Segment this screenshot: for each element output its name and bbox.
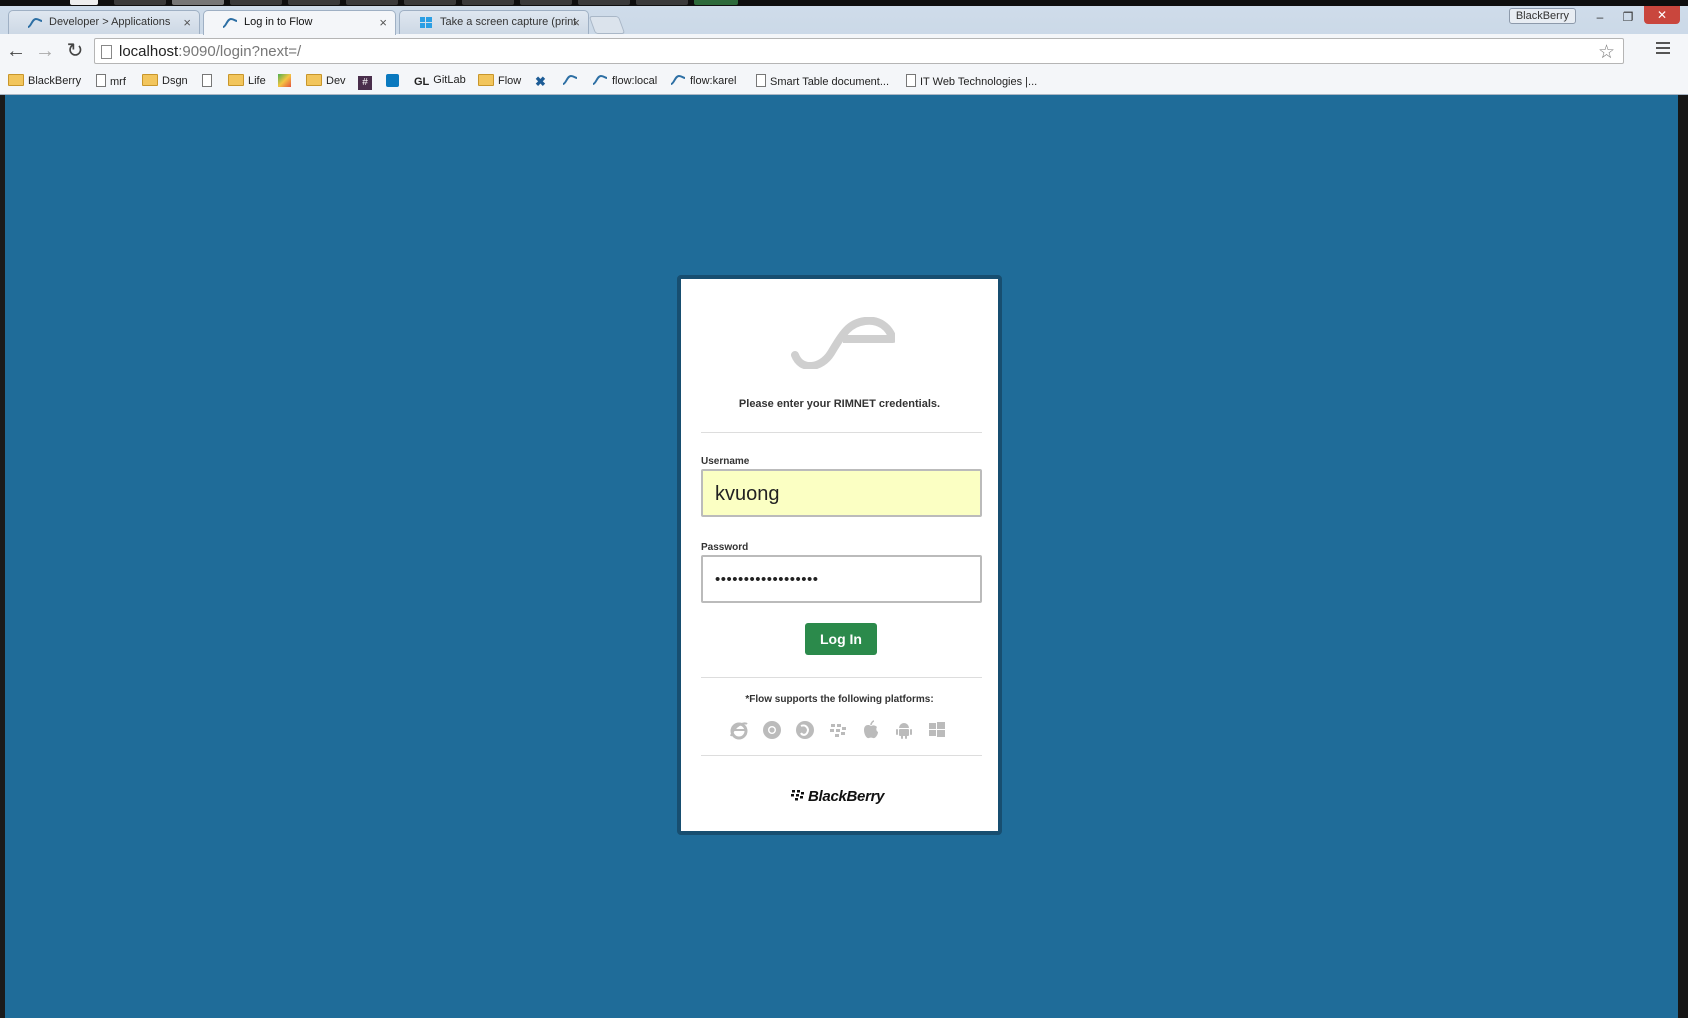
bookmark-flow-local[interactable]: flow:local: [592, 74, 657, 87]
folder-icon: [228, 74, 244, 86]
bookmark-life[interactable]: Life: [228, 74, 266, 87]
browser-frame: Developer > Applications × Log in to Flo…: [0, 6, 1688, 95]
bookmark-dev[interactable]: Dev: [306, 74, 346, 87]
back-button[interactable]: ←: [5, 40, 27, 62]
bookmark-smart-table[interactable]: Smart Table document...: [756, 74, 889, 88]
apple-icon: [864, 720, 878, 739]
blackberry-logo: BlackBerry: [791, 788, 885, 805]
maps-icon: [278, 74, 291, 87]
tab-label: Developer > Applications: [49, 16, 171, 28]
username-field[interactable]: kvuong: [701, 469, 982, 517]
bookmark-flow-folder[interactable]: Flow: [478, 74, 521, 87]
firefox-icon: [796, 721, 814, 739]
tab-strip: Developer > Applications × Log in to Flo…: [0, 6, 1688, 35]
url-text: localhost:9090/login?next=/: [119, 43, 302, 60]
tab-developer-applications[interactable]: Developer > Applications ×: [8, 10, 200, 34]
bookmark-mrf[interactable]: mrf: [96, 74, 126, 88]
blackberry-icon: [830, 724, 846, 737]
login-prompt: Please enter your RIMNET credentials.: [738, 398, 941, 410]
password-field[interactable]: ••••••••••••••••••: [701, 555, 982, 603]
bookmark-slack[interactable]: #: [358, 74, 376, 90]
bookmark-flow[interactable]: [562, 74, 582, 87]
flow-icon: [670, 74, 686, 85]
divider: [701, 677, 982, 678]
slack-icon: #: [358, 76, 372, 90]
bookmark-gitlab[interactable]: GL GitLab: [414, 74, 466, 88]
tools-icon: ✖: [535, 74, 546, 89]
flow-icon: [27, 17, 43, 28]
bookmark-star-icon[interactable]: ☆: [1598, 41, 1615, 64]
android-icon: [896, 723, 912, 739]
bookmark-it-web[interactable]: IT Web Technologies |...: [906, 74, 1037, 88]
folder-icon: [306, 74, 322, 86]
page-icon: [96, 74, 106, 87]
bookmark-dsgn[interactable]: Dsgn: [142, 74, 188, 87]
flow-logo-icon: [791, 317, 895, 369]
windows-icon: [420, 17, 432, 28]
tab-label: Take a screen capture (print: [440, 16, 577, 28]
page-icon: [202, 74, 212, 87]
tab-log-in-to-flow[interactable]: Log in to Flow ×: [203, 10, 396, 35]
browser-toolbar: ← → ↻ localhost:9090/login?next=/ ☆: [0, 34, 1688, 68]
address-bar[interactable]: localhost:9090/login?next=/ ☆: [94, 38, 1624, 64]
bookmark-maps[interactable]: [278, 74, 295, 88]
flow-icon: [592, 74, 608, 85]
close-icon[interactable]: ×: [379, 15, 387, 30]
chrome-icon: [763, 721, 781, 739]
password-label: Password: [701, 542, 749, 553]
profile-button[interactable]: BlackBerry: [1508, 8, 1576, 24]
tab-screen-capture[interactable]: Take a screen capture (print ×: [399, 10, 589, 34]
reload-button[interactable]: ↻: [64, 40, 86, 62]
bookmark-page[interactable]: [202, 74, 216, 88]
close-window-button[interactable]: ✕: [1644, 6, 1680, 24]
forward-button[interactable]: →: [34, 40, 56, 62]
divider: [701, 432, 982, 433]
bookmarks-bar: BlackBerry mrf Dsgn Life Dev # GL GitLab …: [0, 68, 1688, 95]
scrollbar[interactable]: [1678, 95, 1688, 1018]
divider: [701, 755, 982, 756]
minimize-button[interactable]: –: [1586, 8, 1614, 26]
bookmark-blackberry[interactable]: BlackBerry: [8, 74, 81, 87]
tab-label: Log in to Flow: [244, 16, 313, 28]
trello-icon: [386, 74, 399, 87]
new-tab-button[interactable]: [588, 16, 626, 34]
bookmark-trello[interactable]: [386, 74, 403, 88]
folder-icon: [142, 74, 158, 86]
folder-icon: [8, 74, 24, 86]
page-icon: [756, 74, 766, 87]
menu-icon[interactable]: [1656, 42, 1670, 57]
blackberry-logo-icon: [791, 790, 804, 801]
flow-icon: [562, 74, 578, 85]
login-card: Please enter your RIMNET credentials. Us…: [677, 275, 1002, 835]
bookmark-flow-karel[interactable]: flow:karel: [670, 74, 736, 87]
flow-icon: [222, 17, 238, 28]
close-icon[interactable]: ×: [183, 15, 191, 30]
gitlab-icon: GL: [414, 76, 430, 88]
bookmark-tools[interactable]: ✖: [535, 74, 550, 90]
ie-icon: [730, 722, 748, 740]
username-label: Username: [701, 456, 750, 467]
page-icon: [101, 45, 112, 59]
login-button[interactable]: Log In: [805, 623, 877, 655]
page-icon: [906, 74, 916, 87]
close-icon[interactable]: ×: [572, 15, 580, 30]
windows-icon: [929, 722, 945, 737]
maximize-button[interactable]: ❐: [1614, 8, 1642, 26]
platforms-note: *Flow supports the following platforms:: [745, 694, 934, 705]
folder-icon: [478, 74, 494, 86]
